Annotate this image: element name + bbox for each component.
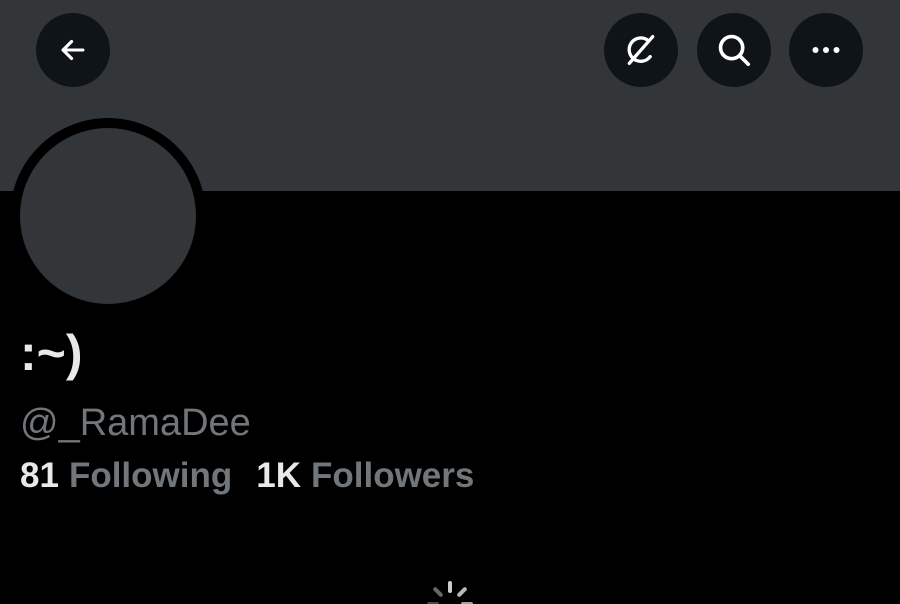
loading-spinner-icon xyxy=(426,580,474,604)
following-count: 81 xyxy=(20,456,59,495)
search-button[interactable] xyxy=(697,13,771,87)
following-link[interactable]: 81 Following xyxy=(20,458,232,493)
arrow-left-icon xyxy=(56,33,90,67)
back-button[interactable] xyxy=(36,13,110,87)
followers-label: Followers xyxy=(310,456,475,495)
profile-page: :~) @_RamaDee 81 Following 1K Followers xyxy=(0,0,900,604)
grok-button[interactable] xyxy=(604,13,678,87)
followers-count: 1K xyxy=(256,456,301,495)
following-label: Following xyxy=(68,456,233,495)
more-options-button[interactable] xyxy=(789,13,863,87)
avatar-frame xyxy=(10,118,206,314)
more-horizontal-icon xyxy=(808,32,844,68)
display-name: :~) xyxy=(20,325,83,381)
search-icon xyxy=(715,31,753,69)
avatar[interactable] xyxy=(20,128,196,304)
follow-stats: 81 Following 1K Followers xyxy=(20,458,474,493)
user-handle: @_RamaDee xyxy=(20,402,251,444)
followers-link[interactable]: 1K Followers xyxy=(256,458,474,493)
grok-icon xyxy=(621,30,661,70)
